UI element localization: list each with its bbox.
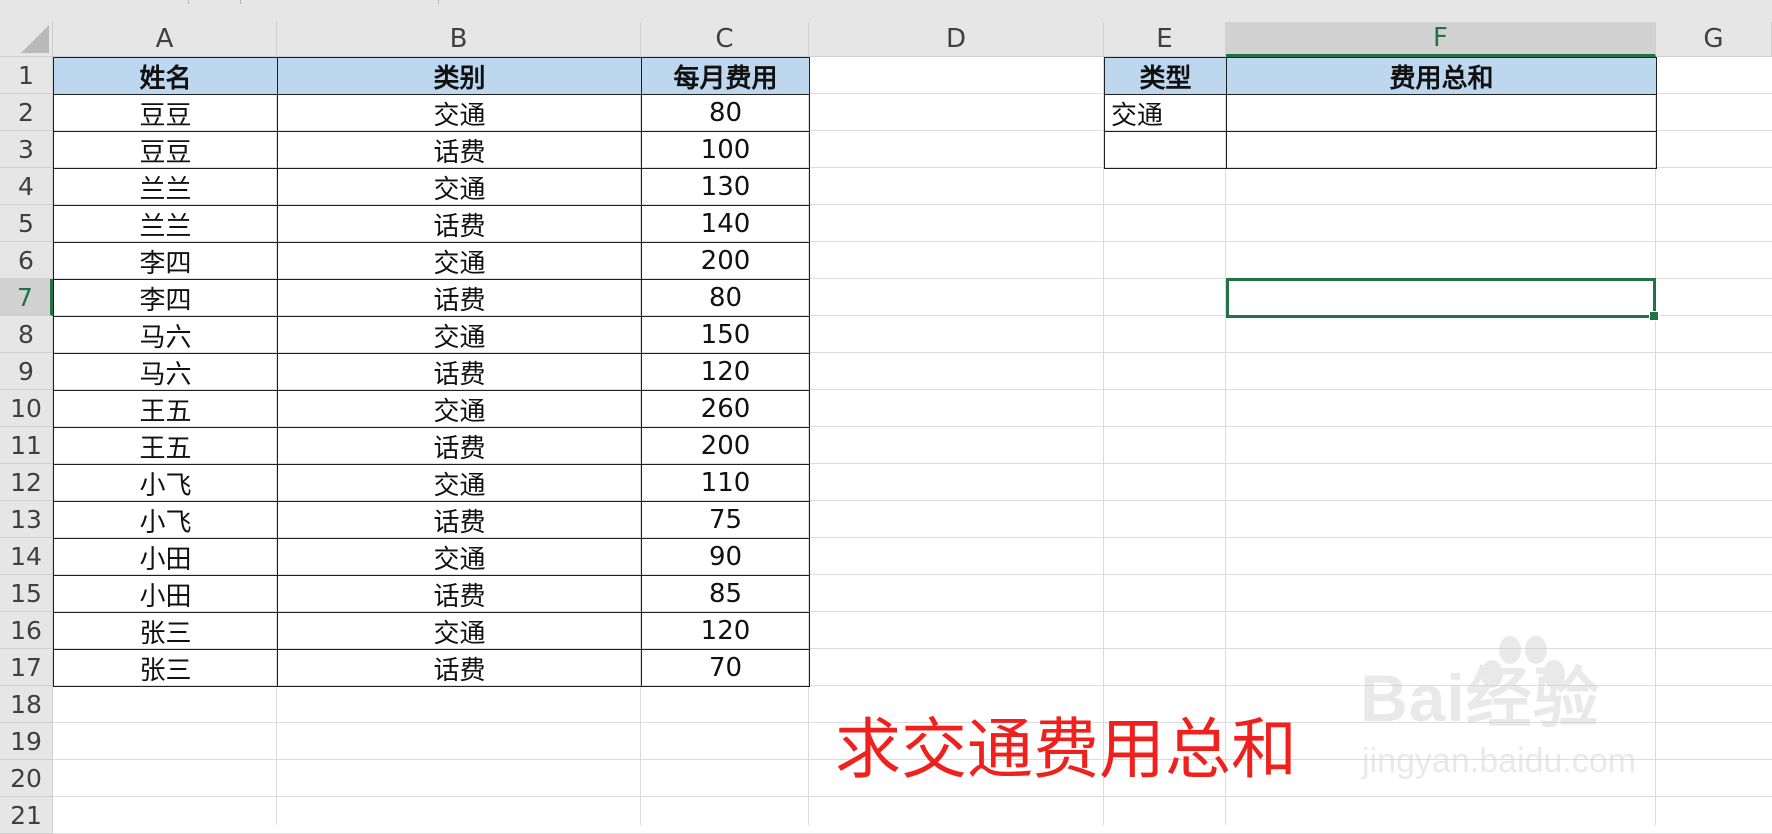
row-header-16[interactable]: 16: [0, 612, 53, 649]
row-header-10[interactable]: 10: [0, 390, 53, 427]
table-data-cell[interactable]: 90: [641, 538, 810, 576]
table-data-cell[interactable]: 交通: [277, 390, 642, 428]
watermark: Bai经验 jingyan.baidu.com: [1360, 636, 1680, 790]
row-header-14[interactable]: 14: [0, 538, 53, 575]
row-header-4[interactable]: 4: [0, 168, 53, 205]
tab-divider: [188, 0, 189, 4]
table-data-cell[interactable]: 话费: [277, 649, 642, 687]
table-data-cell[interactable]: 兰兰: [53, 205, 278, 243]
table-data-cell[interactable]: 交通: [277, 168, 642, 206]
row-header-8[interactable]: 8: [0, 316, 53, 353]
table-data-cell[interactable]: 交通: [277, 538, 642, 576]
active-cell-selection[interactable]: [1226, 278, 1659, 321]
summary-header-cell[interactable]: 费用总和: [1226, 57, 1657, 95]
table-data-cell[interactable]: 80: [641, 279, 810, 317]
annotation-text: 求交通费用总和: [835, 711, 1297, 788]
table-data-cell[interactable]: 话费: [277, 353, 642, 391]
table-data-cell[interactable]: 130: [641, 168, 810, 206]
table-data-cell[interactable]: 话费: [277, 427, 642, 465]
row-header-18[interactable]: 18: [0, 686, 53, 723]
table-data-cell[interactable]: 话费: [277, 131, 642, 169]
table-data-cell[interactable]: 小飞: [53, 464, 278, 502]
summary-header-cell[interactable]: 类型: [1104, 57, 1227, 95]
table-data-cell[interactable]: 王五: [53, 390, 278, 428]
table-data-cell[interactable]: 200: [641, 242, 810, 280]
table-data-cell[interactable]: 200: [641, 427, 810, 465]
select-all-triangle-icon: [21, 25, 49, 53]
row-header-6[interactable]: 6: [0, 242, 53, 279]
select-all-button[interactable]: [0, 22, 53, 57]
row-header-13[interactable]: 13: [0, 501, 53, 538]
column-header-f[interactable]: F: [1226, 22, 1656, 57]
table-data-cell[interactable]: 70: [641, 649, 810, 687]
tab-divider: [438, 0, 439, 4]
row-header-5[interactable]: 5: [0, 205, 53, 242]
column-header-c[interactable]: C: [641, 22, 809, 57]
summary-data-cell[interactable]: [1104, 131, 1227, 169]
table-data-cell[interactable]: 150: [641, 316, 810, 354]
table-data-cell[interactable]: 张三: [53, 649, 278, 687]
table-data-cell[interactable]: 120: [641, 612, 810, 650]
table-data-cell[interactable]: 100: [641, 131, 810, 169]
table-data-cell[interactable]: 小飞: [53, 501, 278, 539]
fill-handle[interactable]: [1649, 311, 1659, 321]
table-data-cell[interactable]: 交通: [277, 612, 642, 650]
watermark-url: jingyan.baidu.com: [1362, 742, 1637, 780]
summary-data-cell[interactable]: [1226, 131, 1657, 169]
watermark-brand: Bai经验: [1360, 661, 1600, 735]
table-data-cell[interactable]: 张三: [53, 612, 278, 650]
table-data-cell[interactable]: 王五: [53, 427, 278, 465]
table-data-cell[interactable]: 110: [641, 464, 810, 502]
summary-data-cell[interactable]: [1226, 94, 1657, 132]
table-data-cell[interactable]: 李四: [53, 242, 278, 280]
table-data-cell[interactable]: 话费: [277, 279, 642, 317]
table-data-cell[interactable]: 话费: [277, 501, 642, 539]
row-header-15[interactable]: 15: [0, 575, 53, 612]
table-data-cell[interactable]: 80: [641, 94, 810, 132]
column-header-g[interactable]: G: [1656, 22, 1772, 57]
row-header-11[interactable]: 11: [0, 427, 53, 464]
row-header-3[interactable]: 3: [0, 131, 53, 168]
table-data-cell[interactable]: 交通: [277, 464, 642, 502]
row-header-20[interactable]: 20: [0, 760, 53, 797]
table-data-cell[interactable]: 120: [641, 353, 810, 391]
table-data-cell[interactable]: 马六: [53, 316, 278, 354]
row-gridline: [53, 796, 1772, 797]
table-data-cell[interactable]: 75: [641, 501, 810, 539]
table-header-cell[interactable]: 每月费用: [641, 57, 810, 95]
table-data-cell[interactable]: 李四: [53, 279, 278, 317]
table-data-cell[interactable]: 交通: [277, 242, 642, 280]
tab-divider: [240, 0, 241, 4]
row-header-1[interactable]: 1: [0, 57, 53, 94]
table-data-cell[interactable]: 85: [641, 575, 810, 613]
table-data-cell[interactable]: 140: [641, 205, 810, 243]
row-header-9[interactable]: 9: [0, 353, 53, 390]
table-header-cell[interactable]: 类别: [277, 57, 642, 95]
row-header-2[interactable]: 2: [0, 94, 53, 131]
table-data-cell[interactable]: 兰兰: [53, 168, 278, 206]
table-data-cell[interactable]: 小田: [53, 575, 278, 613]
table-data-cell[interactable]: 豆豆: [53, 94, 278, 132]
row-header-12[interactable]: 12: [0, 464, 53, 501]
column-header-a[interactable]: A: [53, 22, 277, 57]
column-header-d[interactable]: D: [809, 22, 1104, 57]
table-data-cell[interactable]: 马六: [53, 353, 278, 391]
column-header-e[interactable]: E: [1104, 22, 1226, 57]
table-header-cell[interactable]: 姓名: [53, 57, 278, 95]
table-data-cell[interactable]: 豆豆: [53, 131, 278, 169]
column-header-b[interactable]: B: [277, 22, 641, 57]
table-data-cell[interactable]: 小田: [53, 538, 278, 576]
table-data-cell[interactable]: 话费: [277, 205, 642, 243]
table-data-cell[interactable]: 话费: [277, 575, 642, 613]
summary-data-cell[interactable]: 交通: [1104, 94, 1227, 132]
table-data-cell[interactable]: 交通: [277, 94, 642, 132]
row-header-21[interactable]: 21: [0, 797, 53, 834]
row-header-17[interactable]: 17: [0, 649, 53, 686]
toolbar-strip: [0, 0, 1772, 22]
table-data-cell[interactable]: 交通: [277, 316, 642, 354]
table-data-cell[interactable]: 260: [641, 390, 810, 428]
row-header-7[interactable]: 7: [0, 279, 53, 316]
row-header-19[interactable]: 19: [0, 723, 53, 760]
